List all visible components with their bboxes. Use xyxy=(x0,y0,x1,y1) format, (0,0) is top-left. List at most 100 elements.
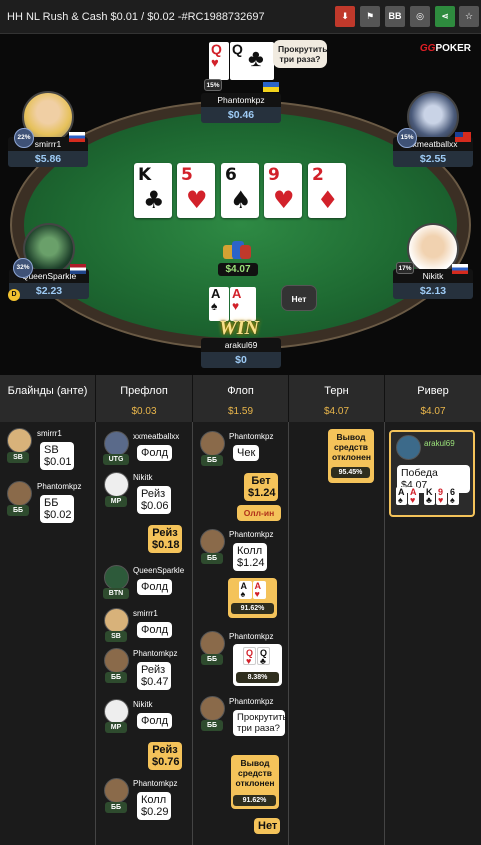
preflop-column: UTG xxmeatballxx Фолд MP Nikitk Рейз $0.… xyxy=(96,422,193,845)
flag-button[interactable]: ⚑ xyxy=(360,6,380,27)
phantom-card-2: Q ♣ xyxy=(230,42,274,80)
tab-flop[interactable]: Флоп $1.59 xyxy=(193,375,289,422)
tab-river[interactable]: Ривер $4.07 xyxy=(385,375,481,422)
russia-flag-icon xyxy=(452,264,468,274)
player-name: Phantomkpz xyxy=(201,93,281,107)
position-tag: SB xyxy=(105,631,127,642)
hero-action: Бет $1.24 xyxy=(244,473,278,501)
taiwan-flag-icon xyxy=(455,132,471,142)
netherlands-flag-icon xyxy=(70,264,86,274)
position-tag: ББ xyxy=(201,654,223,665)
position-tag: ББ xyxy=(7,505,29,516)
hand-card-mini: A ♠ xyxy=(396,487,407,505)
hand-card-mini: K ♣ xyxy=(424,487,435,505)
position-tag: ББ xyxy=(105,802,127,813)
star-icon: ☆ xyxy=(464,11,474,21)
win-banner: WIN xyxy=(218,317,259,339)
poker-table: GGPOKER K ♣ 5 ♥ 6 ♠ 9 ♥ 2 ♦ $4.07 Q ♥ Q ♣ 15% P… xyxy=(0,34,481,375)
action-player-name: Phantomkpz xyxy=(133,649,178,658)
action-text: Рейз $0.47 xyxy=(137,662,171,690)
favorite-button[interactable]: ☆ xyxy=(459,6,479,27)
action-text: Колл $0.29 xyxy=(137,792,171,820)
avatar xyxy=(104,472,129,497)
avatar xyxy=(104,565,129,590)
player-stack: $2.13 xyxy=(393,283,473,299)
ukraine-flag-icon xyxy=(263,82,279,92)
phantom-card-1: Q ♥ xyxy=(209,42,229,80)
hand-card-mini: A ♥ xyxy=(408,487,419,505)
action-player-name: QueenSparkle xyxy=(133,566,185,575)
smirrr1-percent-badge: 22% xyxy=(14,128,34,148)
equity-badge: 8.38% xyxy=(236,672,279,683)
avatar xyxy=(7,428,32,453)
download-icon: ⬇ xyxy=(341,11,349,21)
hero-chat-bubble: Нет xyxy=(281,285,317,311)
winner-card: arakul69 Победа $4.07 A ♠ A ♥ K ♣ 9 ♥ 6 ♠ xyxy=(389,430,475,517)
player-stack: $0.46 xyxy=(201,107,281,123)
phantom-chat-bubble: Прокрутить три раза? xyxy=(273,40,327,68)
spy-icon: ◎ xyxy=(416,11,424,21)
action-text: Прокрутить три раза? xyxy=(233,710,287,736)
position-tag: MP xyxy=(105,496,127,507)
action-player-name: Phantomkpz xyxy=(133,779,178,788)
board-card-2: 5 ♥ xyxy=(177,163,215,218)
hand-history-title: HH NL Rush & Cash $0.01 / $0.02 -#RC1988… xyxy=(7,11,265,23)
action-player-name: smirrr1 xyxy=(133,609,158,618)
bb-toggle-button[interactable]: BB xyxy=(385,6,405,27)
player-stack: $2.23 xyxy=(9,283,89,299)
ggpoker-logo: GGPOKER xyxy=(419,43,471,54)
tab-blinds[interactable]: Блайнды (анте) xyxy=(0,375,96,422)
position-tag: ББ xyxy=(201,720,223,731)
action-player-name: Phantomkpz xyxy=(229,697,274,706)
hero-card-1: A ♠ xyxy=(209,287,229,321)
river-column: arakul69 Победа $4.07 A ♠ A ♥ K ♣ 9 ♥ 6 ♠ xyxy=(385,422,481,845)
equity-badge: 95.45% xyxy=(331,467,370,478)
player-arakul69[interactable]: arakul69 $0 xyxy=(201,338,281,368)
tab-turn[interactable]: Терн $4.07 xyxy=(289,375,385,422)
pot-amount: $4.07 xyxy=(218,263,258,276)
hand-card-mini: 6 ♠ xyxy=(448,487,459,505)
xxmeatballxx-percent-badge: 15% xyxy=(397,128,417,148)
avatar xyxy=(104,608,129,633)
dealer-button-icon: D xyxy=(8,289,20,301)
avatar xyxy=(200,631,225,656)
hero-card-2: A ♥ xyxy=(230,287,256,321)
share-button[interactable]: ⋖ xyxy=(435,6,455,27)
action-text: Фолд xyxy=(137,713,173,729)
spy-button[interactable]: ◎ xyxy=(410,6,430,27)
withdraw-text: Вывод средств отклонен xyxy=(332,432,371,462)
winner-name: arakul69 xyxy=(424,439,455,448)
avatar xyxy=(104,648,129,673)
position-tag: BTN xyxy=(103,588,129,599)
avatar xyxy=(200,529,225,554)
all-in-tag: Олл-ин xyxy=(237,505,281,521)
board-card-5: 2 ♦ xyxy=(308,163,346,218)
turn-column: Вывод средств отклонен 95.45% xyxy=(289,422,385,845)
action-text: Фолд xyxy=(137,622,173,638)
action-player-name: Phantomkpz xyxy=(229,432,274,441)
action-text: Колл $1.24 xyxy=(233,543,267,571)
action-text: Фолд xyxy=(137,579,173,595)
queensparkle-percent-badge: 32% xyxy=(13,258,33,278)
player-stack: $0 xyxy=(201,352,281,368)
position-tag: ББ xyxy=(201,455,223,466)
hero-card-mini: A ♥ xyxy=(252,581,266,599)
nikitk-percent-badge: 17% xyxy=(396,262,414,274)
pot-chips-icon xyxy=(223,239,251,261)
player-stack: $5.86 xyxy=(8,151,88,167)
equity-badge: 91.62% xyxy=(233,795,276,806)
tab-preflop[interactable]: Префлоп $0.03 xyxy=(96,375,193,422)
equity-badge: 91.62% xyxy=(231,603,274,614)
player-phantomkpz[interactable]: Phantomkpz $0.46 xyxy=(201,93,281,123)
withdraw-text: Вывод средств отклонен xyxy=(235,758,275,788)
action-text: Рейз $0.06 xyxy=(137,486,171,514)
phantom-percent-badge: 15% xyxy=(204,79,222,91)
player-name: arakul69 xyxy=(201,338,281,352)
position-tag: ББ xyxy=(201,553,223,564)
player-nikitk[interactable]: Nikitk $2.13 xyxy=(393,223,473,299)
avatar xyxy=(104,431,129,456)
board-card-3: 6 ♠ xyxy=(221,163,259,218)
position-tag: ББ xyxy=(105,672,127,683)
avatar xyxy=(7,481,32,506)
download-button[interactable]: ⬇ xyxy=(335,6,355,27)
